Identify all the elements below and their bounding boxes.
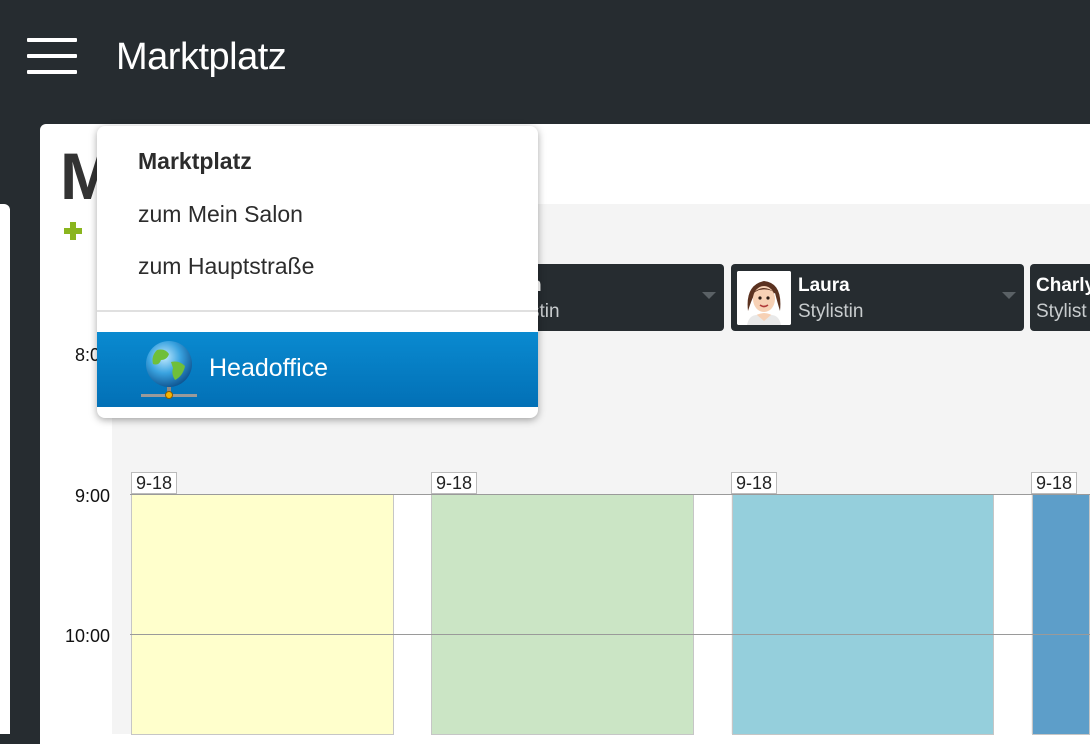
shift-tag: 9-18	[131, 472, 178, 494]
menu-item-label: Headoffice	[209, 354, 329, 382]
add-icon[interactable]	[64, 222, 82, 240]
staff-role: Stylistin	[798, 301, 864, 322]
schedule-column[interactable]	[131, 495, 394, 735]
column-gap	[394, 495, 431, 735]
hamburger-menu-icon[interactable]	[27, 38, 77, 74]
hour-line	[130, 494, 1090, 495]
avatar	[737, 271, 791, 325]
menu-item-hauptstrasse[interactable]: zum Hauptstraße	[138, 253, 314, 280]
hour-line	[130, 634, 1090, 635]
shift-tag: 9-18	[431, 472, 478, 494]
menu-item-headoffice[interactable]: Headoffice	[97, 332, 538, 407]
staff-role: Stylist	[1036, 301, 1087, 322]
menu-item-mein-salon[interactable]: zum Mein Salon	[138, 201, 303, 228]
chevron-down-icon[interactable]	[702, 292, 716, 299]
schedule-column[interactable]	[732, 495, 994, 735]
schedule-column[interactable]	[1032, 495, 1090, 735]
shift-tag: 9-18	[1031, 472, 1078, 494]
location-dropdown-menu: Marktplatz zum Mein Salon zum Hauptstraß…	[97, 126, 538, 418]
schedule-column[interactable]	[431, 495, 694, 735]
staff-name: Laura	[798, 275, 850, 296]
left-panel-edge	[0, 204, 10, 734]
staff-header-charly[interactable]: Charly Stylist	[1030, 264, 1090, 331]
menu-header[interactable]: Marktplatz	[138, 148, 252, 175]
staff-header-laura[interactable]: Laura Stylistin	[731, 264, 1024, 331]
menu-divider	[97, 310, 538, 312]
time-label: 10:00	[64, 626, 110, 646]
time-label: 8:0	[74, 345, 100, 365]
column-gap	[694, 495, 731, 735]
time-label: 9:00	[74, 486, 110, 506]
app-title: Marktplatz	[116, 36, 287, 78]
column-gap	[994, 495, 1031, 735]
chevron-down-icon[interactable]	[1002, 292, 1016, 299]
globe-network-icon	[139, 338, 199, 402]
staff-name: Charly	[1036, 275, 1090, 296]
shift-tag: 9-18	[731, 472, 778, 494]
